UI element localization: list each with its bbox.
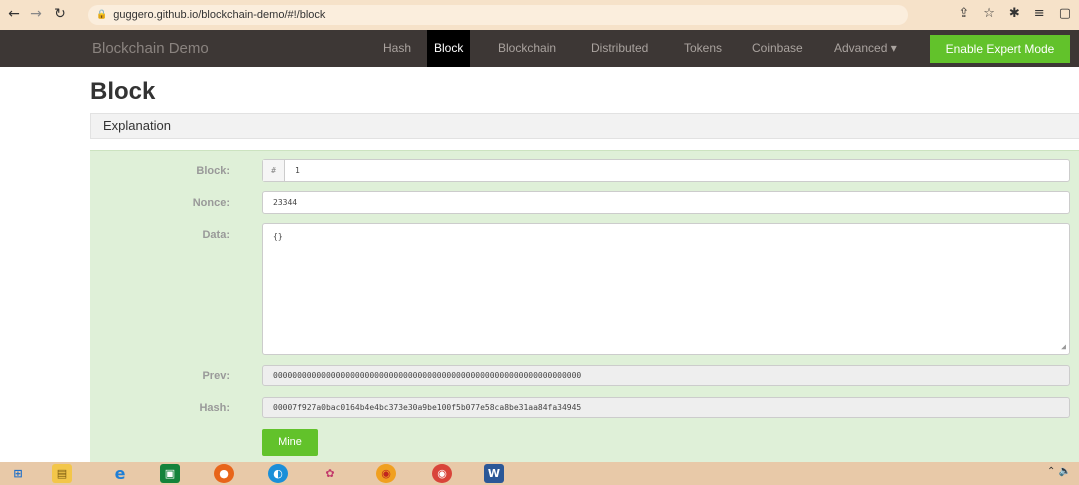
hash-value: 00007f927a0bac0164b4e4bc373e30a9be100f5b… [273,403,582,412]
windows-start-icon[interactable]: ⊞ [8,464,28,483]
paint-icon[interactable]: ✿ [320,464,340,483]
browser-chrome: ← → ↻ 🔒 guggero.github.io/blockchain-dem… [0,0,1079,30]
hash-sign-icon: # [263,160,285,181]
file-explorer-icon[interactable]: ▤ [52,464,72,483]
data-textarea[interactable]: {} ◢ [262,223,1070,355]
enable-expert-mode-button[interactable]: Enable Expert Mode [930,35,1070,63]
nav-item-tokens[interactable]: Tokens [677,30,729,67]
window-icon[interactable]: ▢ [1059,6,1071,21]
internet-explorer-icon[interactable]: e [110,464,130,483]
mine-button[interactable]: Mine [262,429,318,456]
chrome-icon[interactable]: ◉ [376,464,396,483]
nonce-input[interactable]: 23344 [262,191,1070,214]
resize-handle-icon[interactable]: ◢ [1061,342,1066,351]
share-icon[interactable]: ⇪ [958,6,969,21]
address-bar[interactable]: 🔒 guggero.github.io/blockchain-demo/#!/b… [88,5,908,25]
brand-link[interactable]: Blockchain Demo [92,40,209,57]
url-text: guggero.github.io/blockchain-demo/#!/blo… [113,9,326,21]
block-number-input[interactable]: # 1 [262,159,1070,182]
hash-label: Hash: [199,402,230,414]
back-arrow-icon[interactable]: ← [4,6,24,22]
nav-item-advanced[interactable]: Advanced ▾ [827,30,904,67]
extensions-icon[interactable]: ✱ [1009,6,1020,21]
nonce-label: Nonce: [192,197,230,209]
lock-icon: 🔒 [96,10,108,20]
page-title: Block [90,78,156,105]
block-number-label: Block: [196,165,230,177]
reading-list-icon[interactable]: ≡ [1034,6,1045,21]
nonce-value: 23344 [273,198,298,207]
star-icon[interactable]: ☆ [983,6,995,21]
windows-taskbar: ⊞ ▤ e ▣ ● ◐ ✿ ◉ ◉ W ⌃ 🔈 [0,462,1079,485]
prev-label: Prev: [202,370,230,382]
firefox-icon[interactable]: ● [214,464,234,483]
forward-arrow-icon[interactable]: → [26,6,46,22]
nav-item-hash[interactable]: Hash [376,30,418,67]
browser-toolbar-icons: ⇪ ☆ ✱ ≡ ▢ [958,6,1071,21]
data-value: {} [273,232,283,241]
data-label: Data: [202,229,230,241]
block-number-value: 1 [295,166,300,175]
reload-icon[interactable]: ↻ [50,6,70,22]
prev-hash-field: 0000000000000000000000000000000000000000… [262,365,1070,386]
nav-item-block[interactable]: Block [427,30,471,67]
word-icon[interactable]: W [484,464,504,483]
hash-field: 00007f927a0bac0164b4e4bc373e30a9be100f5b… [262,397,1070,418]
nav-item-blockchain[interactable]: Blockchain [491,30,563,67]
nav-item-distributed[interactable]: Distributed [584,30,655,67]
chrome-profile-icon[interactable]: ◉ [432,464,452,483]
prev-hash-value: 0000000000000000000000000000000000000000… [273,371,582,380]
store-icon[interactable]: ▣ [160,464,180,483]
system-tray-icon[interactable]: ⌃ 🔈 [1047,466,1071,477]
nav-item-coinbase[interactable]: Coinbase [745,30,810,67]
edge-icon[interactable]: ◐ [268,464,288,483]
block-panel: Block: # 1 Nonce: 23344 Data: {} ◢ Prev:… [90,150,1079,462]
explanation-panel[interactable]: Explanation [90,113,1079,139]
app-navbar: Blockchain Demo Hash Block Blockchain Di… [0,30,1079,67]
